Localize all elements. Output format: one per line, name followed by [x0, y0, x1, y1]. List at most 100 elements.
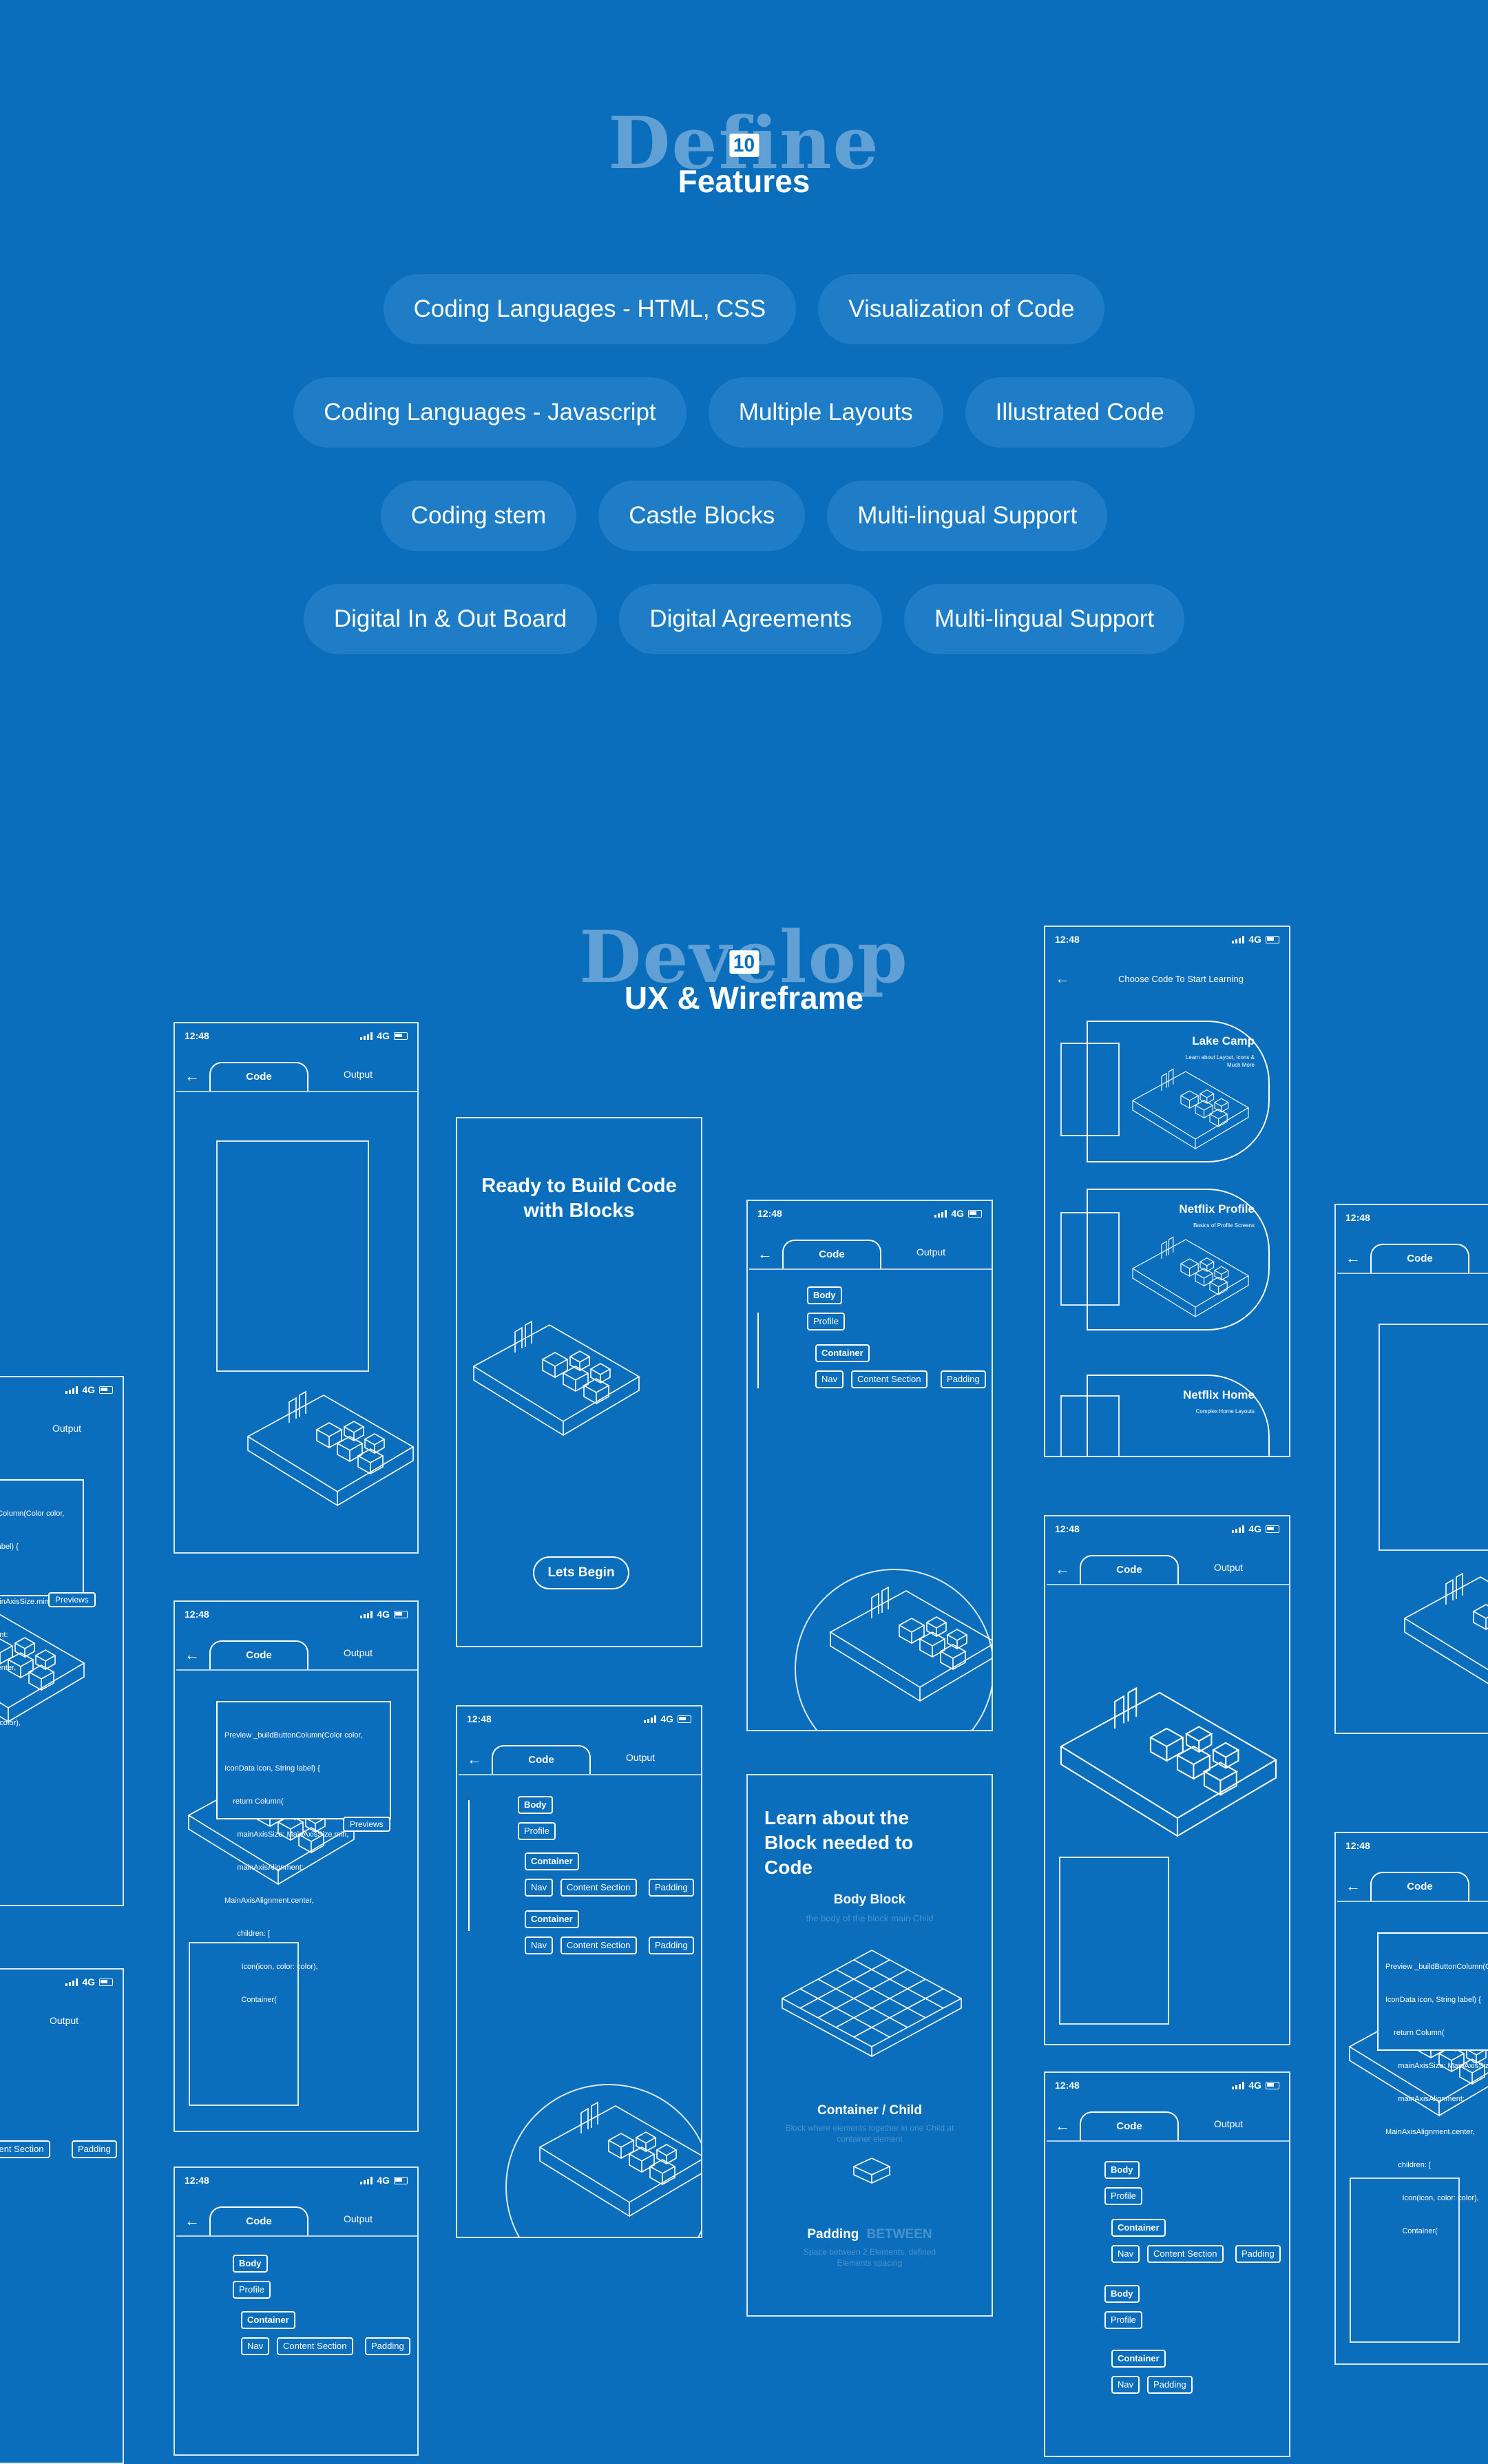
chip-nav[interactable]: Nav [1111, 2376, 1140, 2394]
chip-body[interactable]: Body [233, 2255, 268, 2273]
feature-pill[interactable]: Illustrated Code [965, 377, 1195, 448]
signal-icon [1232, 935, 1245, 943]
chip-container[interactable]: Container [525, 1910, 579, 1928]
define-number-badge: 10 [729, 134, 759, 157]
tab-output[interactable]: Output [344, 1647, 373, 1658]
chip-content-section[interactable]: Content Section [277, 2337, 353, 2355]
arrow-left-icon[interactable]: ← [185, 1067, 200, 1085]
output-placeholder [1059, 1857, 1169, 2025]
feature-pill[interactable]: Coding stem [380, 481, 577, 551]
tab-code[interactable]: Code [749, 1240, 992, 1270]
phone-frame-code-preview: 12:48 4G ← Code Output Preview _buildBut… [174, 1600, 419, 2132]
choose-code-screen: 12:48 4G ← Choose Code To Start Learning… [1044, 926, 1290, 1457]
tab-output[interactable]: Output [50, 2015, 78, 2026]
arrow-left-icon[interactable]: ← [1345, 1877, 1361, 1895]
tab-output[interactable]: Output [344, 1069, 373, 1080]
choose-heading: Choose Code To Start Learning [1118, 974, 1244, 984]
arrow-left-icon[interactable]: ← [1055, 1560, 1070, 1578]
arrow-left-icon[interactable]: ← [185, 1646, 200, 1664]
chip-nav[interactable]: Nav [525, 1879, 554, 1897]
chip-container[interactable]: Container [1111, 2350, 1166, 2368]
battery-icon [968, 1209, 982, 1218]
develop-number-badge: 10 [729, 950, 759, 974]
chip-padding[interactable]: Padding [649, 1879, 694, 1897]
tab-code[interactable]: Code [1337, 1244, 1488, 1274]
chip-container[interactable]: Container [525, 1852, 579, 1870]
chip-nav[interactable]: Nav [525, 1936, 554, 1954]
code-snippet: Preview _buildButtonColumn(Color color, … [1377, 1932, 1488, 2235]
arrow-left-icon[interactable]: ← [1055, 2117, 1070, 2135]
chip-container[interactable]: Container [241, 2311, 295, 2329]
phone-frame-code-layout: 12:48 4G ← Code Output [174, 1022, 419, 1554]
chip-nav[interactable]: Nav [815, 1370, 844, 1388]
chip-padding[interactable]: Padding [649, 1936, 694, 1954]
battery-icon [394, 1032, 408, 1040]
chip-profile[interactable]: Profile [1104, 2311, 1142, 2329]
signal-icon [360, 1610, 373, 1618]
battery-icon [99, 1386, 113, 1394]
feature-pill[interactable]: Multi-lingual Support [904, 584, 1185, 654]
tab-code[interactable]: Code [176, 1640, 417, 1671]
chip-container[interactable]: Container [815, 1344, 870, 1362]
chip-nav[interactable]: Nav [1111, 2245, 1140, 2263]
tab-code[interactable]: Code [1047, 2111, 1289, 2142]
chip-content-section[interactable]: Content Section [851, 1370, 928, 1388]
course-thumb [1060, 1043, 1120, 1136]
chip-content-section[interactable]: Content Section [0, 2140, 50, 2158]
chip-padding[interactable]: Padding [365, 2337, 410, 2355]
phone-frame-tree-list: 12:48 4G ← Code Output Body Profile Cont… [1044, 2071, 1290, 2457]
arrow-left-icon[interactable]: ← [757, 1245, 773, 1263]
chip-profile[interactable]: Profile [1104, 2187, 1142, 2205]
chip-body[interactable]: Body [807, 1286, 842, 1304]
arrow-left-icon[interactable]: ← [467, 1751, 482, 1768]
arrow-left-icon[interactable]: ← [185, 2212, 200, 2230]
tab-code[interactable]: Code [459, 1745, 701, 1775]
feature-pill[interactable]: Visualization of Code [818, 274, 1105, 344]
arrow-left-icon[interactable]: ← [1345, 1249, 1361, 1267]
chip-body[interactable]: Body [518, 1796, 553, 1814]
tab-code[interactable]: Code [176, 2206, 417, 2237]
chip-nav[interactable]: Nav [241, 2337, 270, 2355]
tab-output[interactable]: Output [1214, 2118, 1243, 2129]
chip-padding[interactable]: Padding [1235, 2245, 1281, 2263]
feature-pill[interactable]: Multiple Layouts [708, 377, 943, 448]
feature-pill[interactable]: Castle Blocks [598, 481, 806, 551]
chip-padding[interactable]: Padding [1147, 2376, 1193, 2394]
tab-code[interactable]: Code [176, 1062, 417, 1092]
tab-output[interactable]: Output [626, 1752, 655, 1763]
chip-padding[interactable]: Padding [72, 2140, 117, 2158]
chip-content-section[interactable]: Content Section [560, 1936, 637, 1954]
chip-container[interactable]: Container [1111, 2219, 1166, 2237]
chip-profile[interactable]: Profile [233, 2281, 271, 2299]
padding-label: Padding BETWEEN [807, 2227, 932, 2242]
tab-output[interactable]: Output [344, 2213, 373, 2224]
chip-profile[interactable]: Profile [807, 1313, 845, 1330]
chip-padding[interactable]: Padding [941, 1370, 986, 1388]
tab-code[interactable]: Code [1047, 1555, 1289, 1585]
phone-frame-block-list: 12:48 4G ← Code Output Body Profile Cont… [174, 2167, 419, 2456]
feature-pill[interactable]: Coding Languages - Javascript [293, 377, 687, 448]
arrow-left-icon[interactable]: ← [1055, 970, 1070, 988]
output-placeholder [1350, 2178, 1460, 2343]
feature-pill[interactable]: Digital In & Out Board [303, 584, 598, 654]
chip-profile[interactable]: Profile [518, 1822, 556, 1840]
chip-body[interactable]: Body [1104, 2285, 1140, 2303]
welcome-screen: Ready to Build Code with Blocks Lets Beg… [456, 1117, 702, 1647]
signal-icon [1232, 2081, 1245, 2089]
isometric-illustration [1128, 1230, 1253, 1322]
tab-output[interactable]: Output [52, 1423, 81, 1434]
chip-content-section[interactable]: Content Section [560, 1879, 637, 1897]
lets-begin-button[interactable]: Lets Begin [533, 1556, 629, 1589]
phone-frame-right-top: 12:48 ← Code [1334, 1204, 1488, 1734]
isometric-illustration [533, 2092, 701, 2223]
tab-output[interactable]: Output [916, 1246, 945, 1257]
feature-pill[interactable]: Coding Languages - HTML, CSS [383, 274, 797, 344]
tab-output[interactable]: Output [1214, 1562, 1243, 1573]
feature-pill[interactable]: Multi-lingual Support [827, 481, 1108, 551]
tab-code[interactable]: Code [1337, 1872, 1488, 1902]
chip-content-section[interactable]: Content Section [1147, 2245, 1224, 2263]
feature-pill[interactable]: Digital Agreements [619, 584, 883, 654]
chip-body[interactable]: Body [1104, 2161, 1140, 2179]
preview-placeholder [216, 1140, 369, 1372]
previews-tag[interactable]: Previews [343, 1817, 390, 1832]
